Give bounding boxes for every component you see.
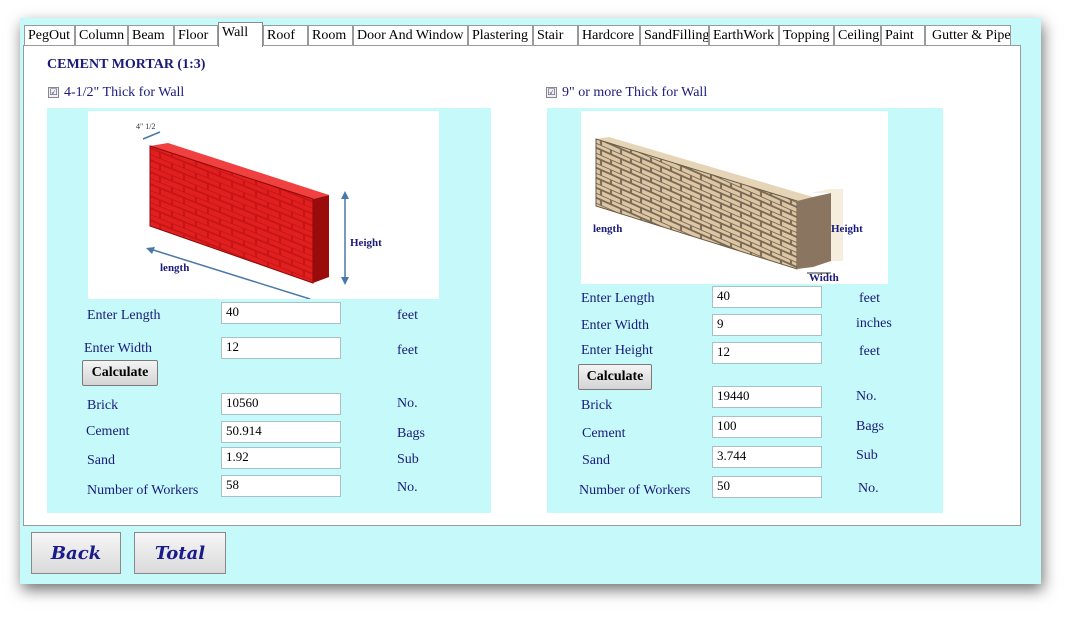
thick-wall-checkbox[interactable]: ☑ 9" or more Thick for Wall [546, 85, 707, 101]
brick-output[interactable]: 10560 [221, 393, 341, 415]
sand-label: Sand [87, 453, 115, 468]
width-input[interactable]: 9 [712, 314, 822, 336]
back-button[interactable]: Back [31, 532, 121, 574]
tab-wall[interactable]: Wall [218, 22, 263, 47]
tab-gutter-and-pipe[interactable]: Gutter & Pipe [925, 25, 1011, 45]
tab-hardcore[interactable]: Hardcore [578, 25, 640, 45]
tab-room[interactable]: Room [308, 25, 353, 45]
brick-label: Brick [581, 398, 613, 413]
height-label: Height [350, 237, 382, 249]
width-unit: inches [856, 316, 892, 331]
sand-output[interactable]: 3.744 [712, 446, 822, 468]
length-input[interactable]: 40 [221, 302, 341, 324]
brick-output[interactable]: 19440 [712, 386, 822, 408]
enter-length-label: Enter Length [87, 308, 161, 323]
total-button[interactable]: Total [134, 532, 226, 574]
thin-wall-image: 4" 1/2 Height length [88, 111, 439, 300]
tab-sandfilling[interactable]: SandFilling [640, 25, 709, 45]
cement-label: Cement [86, 424, 130, 439]
checkbox-checked-icon: ☑ [546, 87, 557, 98]
sand-unit: Sub [397, 452, 419, 467]
height-input[interactable]: 12 [712, 342, 822, 364]
brick-label: Brick [87, 398, 119, 413]
thickness-label: 4" 1/2 [136, 122, 156, 131]
tab-roof[interactable]: Roof [263, 25, 308, 45]
tab-stair[interactable]: Stair [533, 25, 578, 45]
tab-beam[interactable]: Beam [128, 25, 174, 45]
thick-wall-checkbox-label: 9" or more Thick for Wall [562, 85, 708, 100]
checkbox-checked-icon: ☑ [48, 87, 59, 98]
app-window: PegOut Column Beam Floor Wall Roof Room … [20, 18, 1041, 584]
enter-length-label: Enter Length [581, 291, 655, 306]
thin-wall-checkbox[interactable]: ☑ 4-1/2" Thick for Wall [48, 85, 184, 101]
workers-output[interactable]: 58 [221, 475, 341, 497]
enter-width-label: Enter Width [84, 341, 152, 356]
tab-earthwork[interactable]: EarthWork [709, 25, 779, 45]
sand-label: Sand [582, 453, 610, 468]
sand-unit: Sub [856, 448, 878, 463]
thin-wall-section: 4" 1/2 Height length Enter Length 40 fee… [47, 108, 491, 513]
tab-pegout[interactable]: PegOut [24, 25, 75, 45]
height-unit: feet [859, 344, 880, 359]
thin-wall-checkbox-label: 4-1/2" Thick for Wall [64, 85, 185, 100]
page-title: CEMENT MORTAR (1:3) [47, 57, 206, 72]
cement-label: Cement [582, 426, 626, 441]
tab-plastering[interactable]: Plastering [468, 25, 533, 45]
length-label: length [593, 223, 622, 235]
width-label: Width [809, 272, 839, 284]
tab-paint[interactable]: Paint [881, 25, 925, 45]
workers-label: Number of Workers [87, 483, 199, 498]
tab-column[interactable]: Column [75, 25, 128, 45]
calculate-button[interactable]: Calculate [578, 364, 652, 390]
sand-output[interactable]: 1.92 [221, 447, 341, 469]
tab-door-and-window[interactable]: Door And Window [353, 25, 468, 45]
wall-panel: CEMENT MORTAR (1:3) ☑ 4-1/2" Thick for Wa… [23, 45, 1021, 526]
cement-unit: Bags [856, 419, 884, 434]
length-input[interactable]: 40 [712, 286, 822, 308]
tab-floor[interactable]: Floor [174, 25, 218, 45]
wall-side-face [797, 193, 831, 269]
wall-front-face [595, 138, 798, 270]
workers-unit: No. [397, 480, 418, 495]
width-unit: feet [397, 343, 418, 358]
workers-unit: No. [858, 481, 879, 496]
wall-side-face [313, 195, 329, 283]
length-label: length [160, 262, 189, 274]
calculate-button[interactable]: Calculate [82, 360, 158, 386]
tan-brick-wall-illustration: length Height Width [593, 137, 863, 284]
cement-unit: Bags [397, 426, 425, 441]
length-unit: feet [397, 308, 418, 323]
length-unit: feet [859, 291, 880, 306]
thick-wall-section: length Height Width Enter Length 40 feet… [547, 108, 943, 513]
brick-unit: No. [397, 396, 418, 411]
height-label: Height [831, 223, 863, 235]
brick-unit: No. [856, 389, 877, 404]
cement-output[interactable]: 50.914 [221, 421, 341, 443]
enter-width-label: Enter Width [581, 318, 649, 333]
enter-height-label: Enter Height [581, 343, 653, 358]
tab-ceiling[interactable]: Ceiling [834, 25, 881, 45]
workers-label: Number of Workers [579, 483, 691, 498]
thick-wall-image: length Height Width [581, 111, 888, 284]
cement-output[interactable]: 100 [712, 416, 822, 438]
workers-output[interactable]: 50 [712, 476, 822, 498]
width-input[interactable]: 12 [221, 337, 341, 359]
tab-topping[interactable]: Topping [779, 25, 834, 45]
red-brick-wall-illustration: 4" 1/2 Height length [136, 122, 382, 300]
